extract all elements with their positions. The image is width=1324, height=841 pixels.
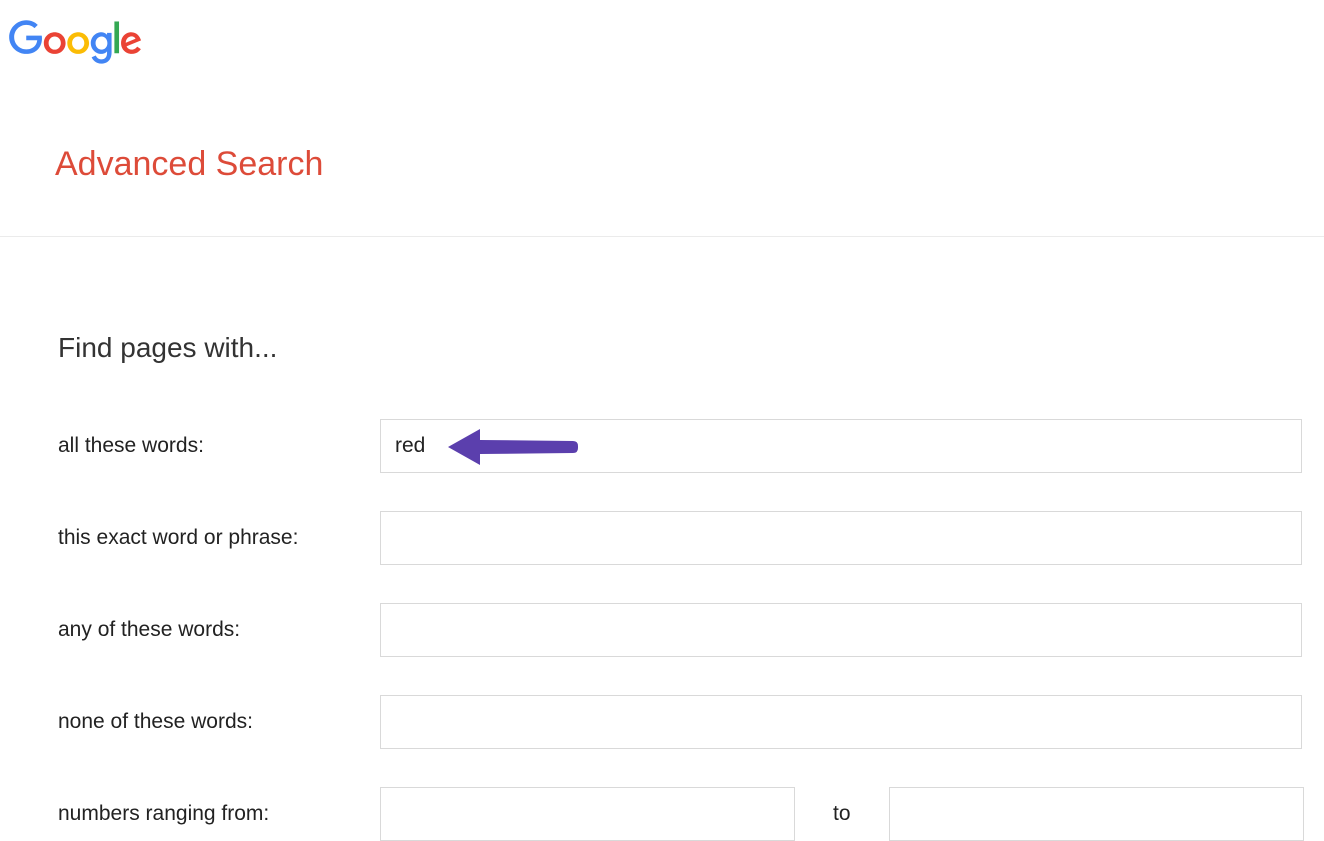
input-all-words[interactable]	[380, 419, 1302, 473]
input-range-from[interactable]	[380, 787, 795, 841]
input-range-to[interactable]	[889, 787, 1304, 841]
google-logo[interactable]	[0, 0, 1324, 70]
row-none-words: none of these words:	[58, 695, 1324, 749]
label-none-words: none of these words:	[58, 710, 380, 734]
range-separator: to	[795, 802, 889, 826]
row-exact-phrase: this exact word or phrase:	[58, 511, 1324, 565]
row-any-words: any of these words:	[58, 603, 1324, 657]
input-exact-phrase[interactable]	[380, 511, 1302, 565]
input-none-words[interactable]	[380, 695, 1302, 749]
search-form: Find pages with... all these words: this…	[0, 237, 1324, 841]
row-all-words: all these words:	[58, 419, 1324, 473]
label-exact-phrase: this exact word or phrase:	[58, 526, 380, 550]
label-all-words: all these words:	[58, 434, 380, 458]
page-title: Advanced Search	[0, 70, 1324, 184]
section-heading: Find pages with...	[58, 332, 1324, 364]
label-number-range: numbers ranging from:	[58, 802, 380, 826]
label-any-words: any of these words:	[58, 618, 380, 642]
input-any-words[interactable]	[380, 603, 1302, 657]
row-number-range: numbers ranging from: to	[58, 787, 1324, 841]
